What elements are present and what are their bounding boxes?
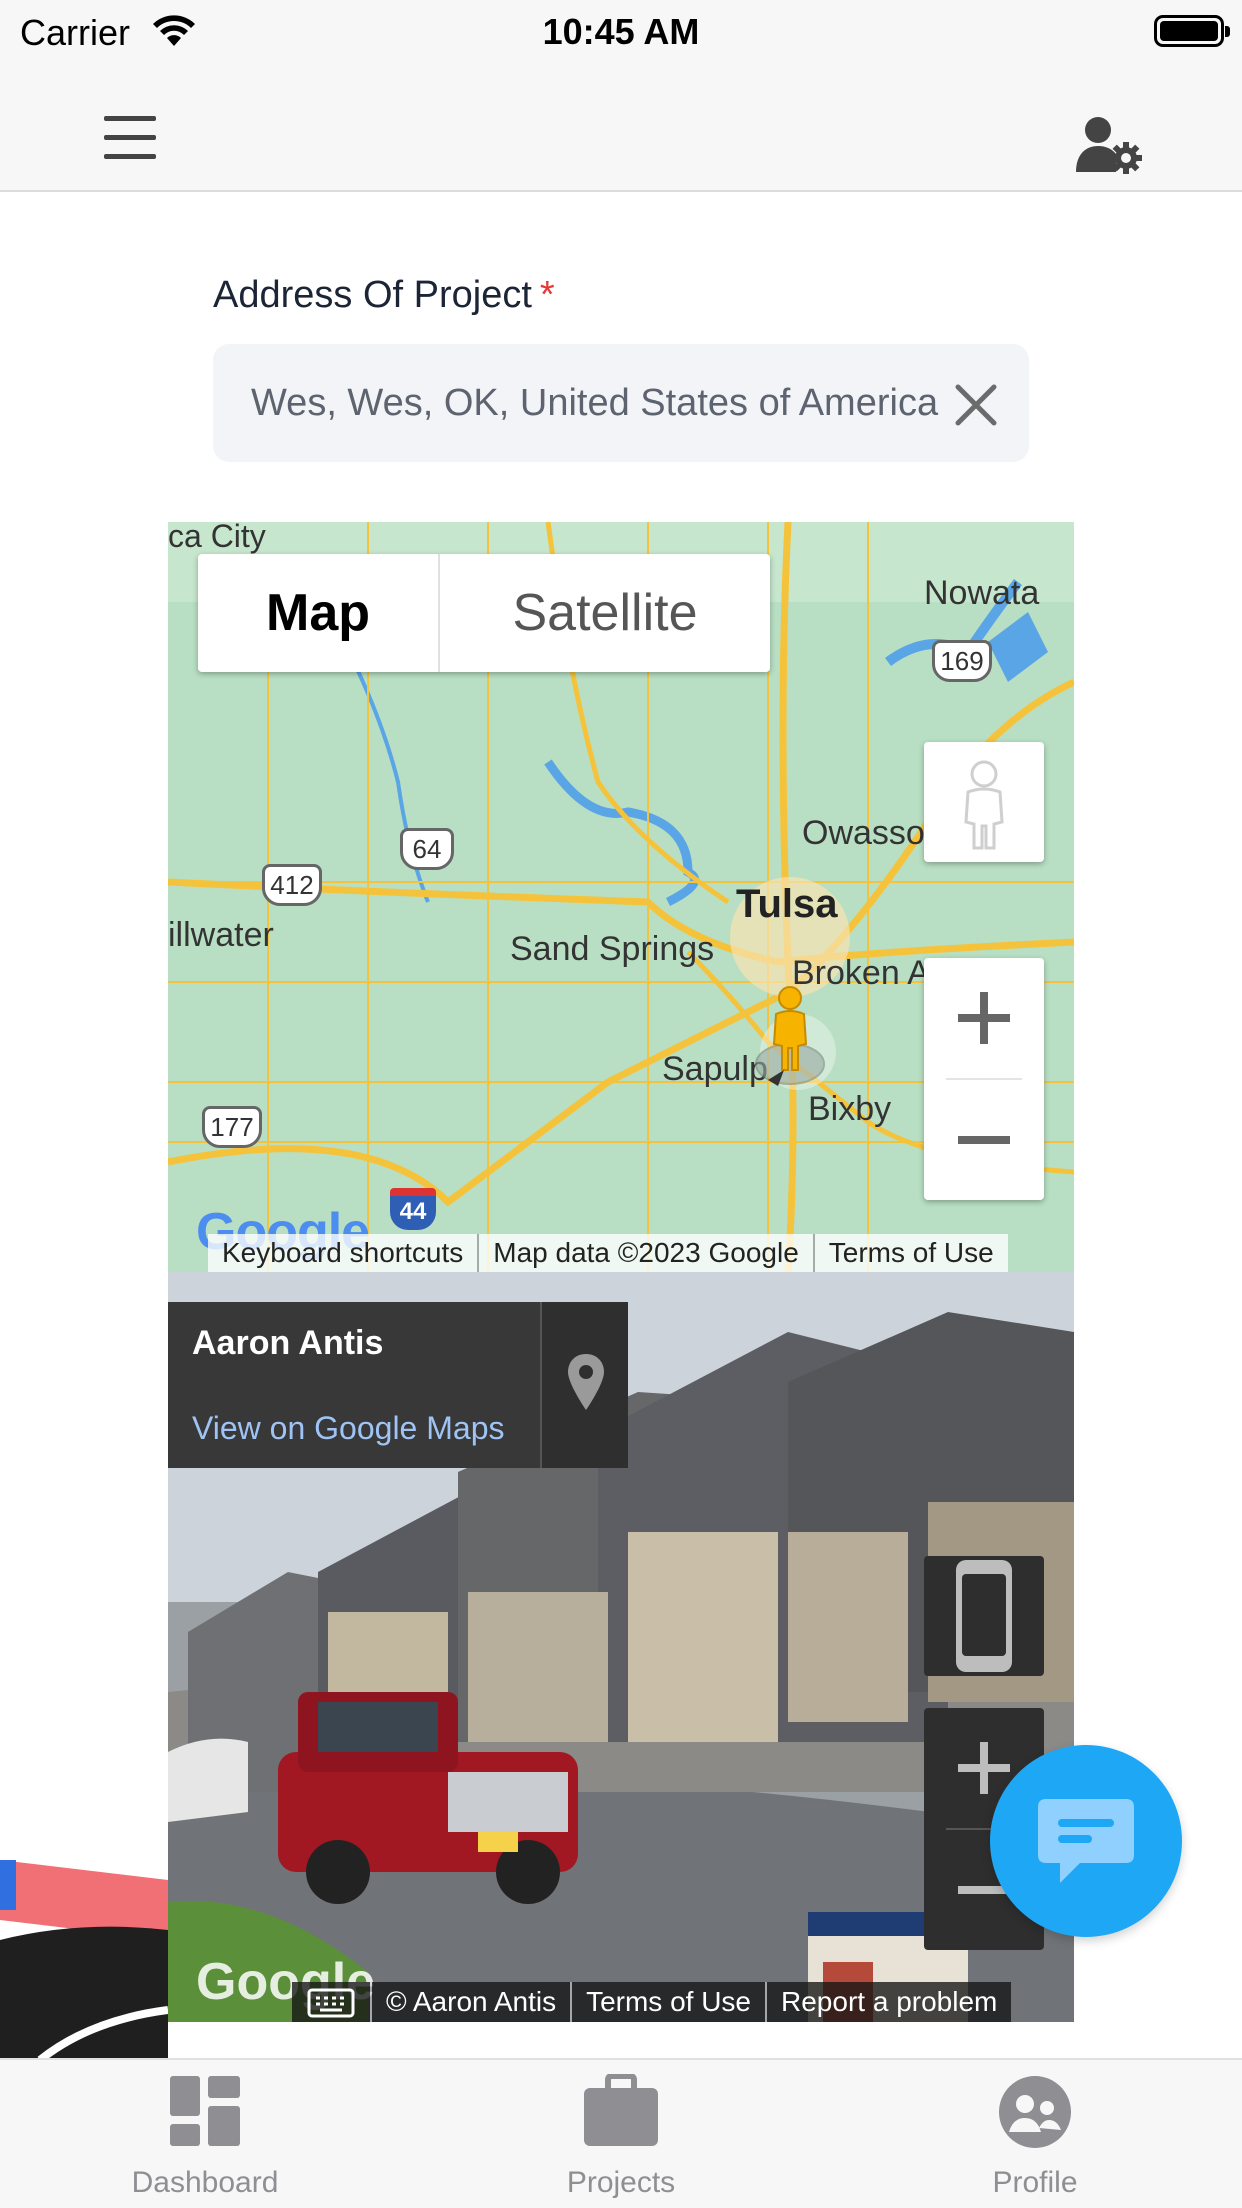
map-label-tulsa: Tulsa [736,882,838,926]
keyboard-shortcuts-link[interactable]: Keyboard shortcuts [208,1234,478,1272]
status-bar: Carrier 10:45 AM [0,0,1242,62]
pegman-marker-icon [755,986,825,1086]
map-label-ponca-city: ca City [168,522,266,554]
user-settings-icon[interactable] [1074,114,1142,174]
tab-dashboard[interactable]: Dashboard [55,2060,355,2208]
street-view-info-card: Aaron Antis View on Google Maps [168,1302,628,1468]
highway-shield-177: 177 [202,1106,262,1148]
map-zoom-control [924,958,1044,1200]
clear-input-icon[interactable] [952,381,1000,429]
phone-icon [956,1560,1012,1672]
app-header [0,62,1242,192]
tab-bar: Dashboard Projects Profile [0,2058,1242,2208]
tab-profile-label: Profile [992,2166,1078,2199]
map-label-sand-springs: Sand Springs [510,930,715,968]
view-on-google-maps-link[interactable]: View on Google Maps [192,1410,504,1447]
street-view-pegman-button[interactable] [924,742,1044,862]
required-marker: * [539,274,555,316]
map-footer: Keyboard shortcuts Map data ©2023 Google… [208,1234,1008,1272]
address-field-label: Address Of Project * [213,274,555,317]
street-view-title: Aaron Antis [192,1324,384,1362]
tab-dashboard-label: Dashboard [131,2166,279,2199]
interstate-shield-44: 44 [390,1188,436,1230]
map-terms-link[interactable]: Terms of Use [814,1234,1008,1272]
map-label-bixby: Bixby [808,1090,892,1128]
map-label-nowata: Nowata [924,574,1040,612]
battery-icon [1154,15,1230,47]
tab-profile[interactable]: Profile [885,2060,1185,2208]
location-pin-icon [568,1354,604,1410]
map-type-satellite-button[interactable]: Satellite [440,554,770,672]
pegman-icon [964,760,1004,850]
keyboard-icon[interactable] [292,1982,370,2022]
chat-bubble-icon [1038,1799,1134,1883]
street-view-copyright: © Aaron Antis [372,1982,571,2022]
profile-icon [999,2076,1071,2148]
address-input[interactable]: Wes, Wes, OK, United States of America [213,344,1029,462]
street-view-device-orientation-button[interactable] [924,1556,1044,1676]
street-view-footer: © Aaron Antis Terms of Use Report a prob… [292,1982,1012,2022]
map-data-attribution: Map data ©2023 Google [479,1234,813,1272]
minus-icon [958,1136,1010,1144]
map-type-map-button[interactable]: Map [198,554,440,672]
highway-shield-64: 64 [400,828,454,870]
map-label-stillwater: illwater [168,916,274,954]
highway-shield-169: 169 [932,640,992,682]
report-problem-link[interactable]: Report a problem [767,1982,1012,2022]
status-time: 10:45 AM [542,11,700,52]
background-graphic [0,1860,168,2060]
hamburger-menu-icon[interactable] [100,116,160,160]
address-label-text: Address Of Project [213,274,532,316]
highway-shield-412: 412 [262,864,322,906]
briefcase-icon [584,2074,658,2146]
plus-icon [958,992,1010,1044]
street-view-location-button[interactable] [540,1302,628,1468]
tab-projects[interactable]: Projects [471,2060,771,2208]
google-map[interactable]: Nowata Owasso Tulsa Sand Springs Broken … [168,522,1074,1272]
dashboard-icon [170,2076,240,2146]
chat-button[interactable] [990,1745,1182,1937]
tab-projects-label: Projects [566,2166,676,2199]
map-type-control: Map Satellite [198,554,770,672]
map-zoom-in-button[interactable] [924,958,1044,1078]
street-view-panorama[interactable]: Aaron Antis View on Google Maps Google ©… [168,1272,1074,2022]
street-view-terms-link[interactable]: Terms of Use [572,1982,766,2022]
map-zoom-out-button[interactable] [924,1080,1044,1200]
map-label-owasso: Owasso [802,814,925,852]
